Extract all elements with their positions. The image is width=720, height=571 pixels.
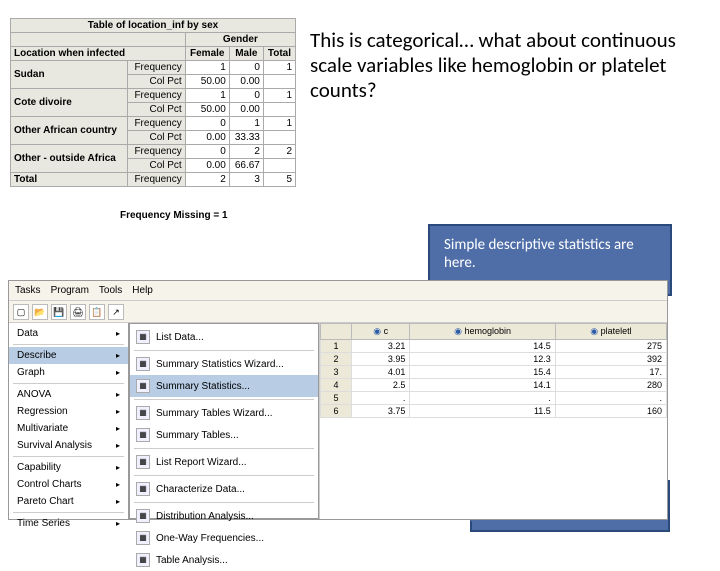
data-cell[interactable]: . [351,392,410,405]
submenu-item[interactable]: ▦Table Analysis... [130,549,318,571]
data-cell[interactable]: 275 [555,340,666,353]
tasks-item-pareto-chart[interactable]: Pareto Chart▸ [9,493,128,510]
data-cell[interactable]: . [555,392,666,405]
describe-submenu: ▦List Data... ▦Summary Statistics Wizard.… [129,323,319,519]
globe-icon: ◉ [590,326,598,336]
column-header[interactable]: ◉ plateletl [555,324,666,340]
menubar: Tasks Program Tools Help [9,281,667,301]
toolbar: ▢ 📂 💾 🖨 📋 ↗ [9,301,667,323]
row-number[interactable]: 5 [321,392,352,405]
submenu-item[interactable]: ▦Distribution Analysis... [130,505,318,527]
tasks-item-data[interactable]: Data▸ [9,325,128,342]
data-cell[interactable]: 3.75 [351,405,410,418]
row-label: Other - outside Africa [11,145,128,173]
tasks-menu: Data▸ Describe▸Graph▸ ANOVA▸Regression▸Mul… [9,323,129,519]
data-grid: ◉ c◉ hemoglobin◉ plateletl 13.2114.5275 2… [319,323,667,519]
task-icon: ▦ [136,406,150,420]
menu-help[interactable]: Help [132,285,153,296]
data-cell[interactable]: 11.5 [410,405,555,418]
data-cell[interactable]: 160 [555,405,666,418]
row-number[interactable]: 4 [321,379,352,392]
column-header[interactable] [321,324,352,340]
open-icon[interactable]: 📂 [32,304,48,320]
globe-icon: ◉ [373,326,381,336]
tasks-item-regression[interactable]: Regression▸ [9,403,128,420]
slide-body-text: This is categorical… what about continuo… [310,28,705,104]
row-label: Cote divoire [11,89,128,117]
menu-tasks[interactable]: Tasks [15,285,41,296]
task-icon: ▦ [136,357,150,371]
freq-title: Table of location_inf by sex [11,19,296,33]
submenu-item[interactable]: ▦Summary Statistics... [130,375,318,397]
tasks-item-capability[interactable]: Capability▸ [9,459,128,476]
data-cell[interactable]: 392 [555,353,666,366]
menu-program[interactable]: Program [51,285,89,296]
tasks-item-survival-analysis[interactable]: Survival Analysis▸ [9,437,128,454]
task-icon: ▦ [136,553,150,567]
data-cell[interactable]: 14.5 [410,340,555,353]
task-icon: ▦ [136,531,150,545]
copy-icon[interactable]: 📋 [89,304,105,320]
row-number[interactable]: 3 [321,366,352,379]
row-number[interactable]: 2 [321,353,352,366]
export-icon[interactable]: ↗ [108,304,124,320]
row-label: Sudan [11,61,128,89]
task-icon: ▦ [136,509,150,523]
tasks-item-multivariate[interactable]: Multivariate▸ [9,420,128,437]
data-cell[interactable]: 3.21 [351,340,410,353]
frequency-missing: Frequency Missing = 1 [120,210,228,221]
menu-tools[interactable]: Tools [99,285,122,296]
submenu-item[interactable]: ▦One-Way Frequencies... [130,527,318,549]
tasks-item-anova[interactable]: ANOVA▸ [9,386,128,403]
tasks-item-control-charts[interactable]: Control Charts▸ [9,476,128,493]
submenu-item[interactable]: ▦Summary Tables Wizard... [130,402,318,424]
print-icon[interactable]: 🖨 [70,304,86,320]
globe-icon: ◉ [454,326,462,336]
sas-app-window: Tasks Program Tools Help ▢ 📂 💾 🖨 📋 ↗ Dat… [8,280,668,520]
row-number[interactable]: 6 [321,405,352,418]
data-cell[interactable]: 12.3 [410,353,555,366]
data-cell[interactable]: 3.95 [351,353,410,366]
data-cell[interactable]: 15.4 [410,366,555,379]
task-icon: ▦ [136,482,150,496]
submenu-item[interactable]: ▦List Report Wizard... [130,451,318,473]
data-cell[interactable]: 14.1 [410,379,555,392]
task-icon: ▦ [136,455,150,469]
data-cell[interactable]: 17. [555,366,666,379]
tasks-item-graph[interactable]: Graph▸ [9,364,128,381]
frequency-table: Table of location_inf by sex Gender Loca… [10,18,296,187]
task-icon: ▦ [136,379,150,393]
row-number[interactable]: 1 [321,340,352,353]
submenu-item[interactable]: ▦Summary Statistics Wizard... [130,353,318,375]
data-cell[interactable]: . [410,392,555,405]
submenu-item[interactable]: ▦Characterize Data... [130,478,318,500]
tasks-item-time-series[interactable]: Time Series▸ [9,515,128,532]
data-cell[interactable]: 280 [555,379,666,392]
data-cell[interactable]: 2.5 [351,379,410,392]
column-header[interactable]: ◉ c [351,324,410,340]
submenu-item[interactable]: ▦List Data... [130,326,318,348]
row-label: Other African country [11,117,128,145]
submenu-item[interactable]: ▦Summary Tables... [130,424,318,446]
tasks-item-describe[interactable]: Describe▸ [9,347,128,364]
data-cell[interactable]: 4.01 [351,366,410,379]
save-icon[interactable]: 💾 [51,304,67,320]
column-header[interactable]: ◉ hemoglobin [410,324,555,340]
task-icon: ▦ [136,428,150,442]
new-icon[interactable]: ▢ [13,304,29,320]
task-icon: ▦ [136,330,150,344]
